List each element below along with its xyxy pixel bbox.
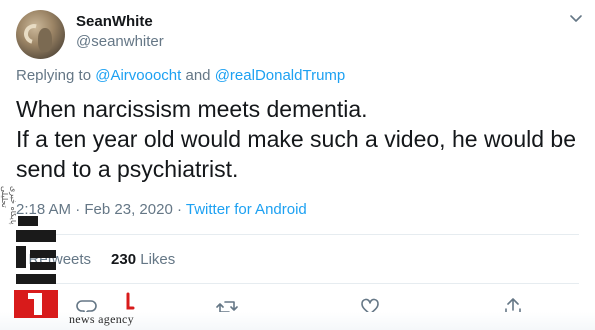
likes-stat[interactable]: 230 Likes [111,251,175,268]
divider [16,234,579,235]
divider [16,283,579,284]
avatar[interactable] [16,10,65,59]
meta-separator: · [75,201,81,218]
tweet-line: When narcissism meets dementia. [16,96,368,122]
likes-label: Likes [140,251,176,268]
watermark-brand: news agency [69,312,134,326]
replying-prefix: Replying to [16,67,92,84]
meta-separator: · [176,201,182,218]
chevron-down-icon[interactable] [568,12,584,26]
reply-mention-2[interactable]: @realDonaldTrump [215,67,346,84]
tweet-meta: 2:18 AM · Feb 23, 2020 · Twitter for And… [16,201,307,218]
tweet-source[interactable]: Twitter for Android [186,201,307,218]
tweet-line: If a ten year old would make such a vide… [16,126,577,152]
watermark-logo [14,216,58,318]
tweet-line: send to a psychiatrist. [16,156,239,182]
tweet-text: When narcissism meets dementia. If a ten… [16,94,586,184]
watermark-red-mark [126,292,135,310]
tweet-date[interactable]: Feb 23, 2020 [84,201,172,218]
display-name[interactable]: SeanWhite [76,13,153,30]
replying-conj: and [185,67,211,84]
reply-mention-1[interactable]: @Airvooocht [95,67,181,84]
tweet-card: SeanWhite @seanwhiter Replying to @Airvo… [0,0,595,330]
replying-to: Replying to @Airvooocht and @realDonaldT… [16,67,345,84]
likes-count: 230 [111,251,137,268]
user-handle[interactable]: @seanwhiter [76,33,164,50]
